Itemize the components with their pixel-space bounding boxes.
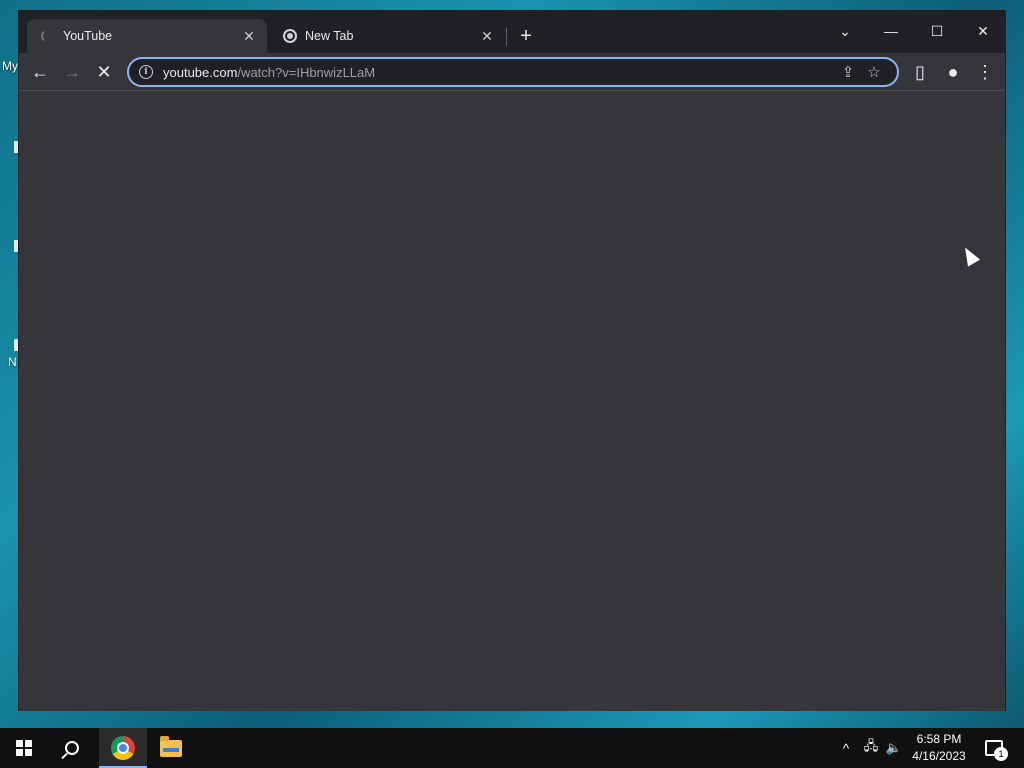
taskbar: ^ 🖧 🔈 6:58 PM 4/16/2023 1 — [0, 728, 1024, 768]
browser-toolbar: ← → ✕ i youtube.com/watch?v=IHbnwizLLaM … — [19, 53, 1005, 91]
chrome-icon — [283, 29, 297, 43]
search-icon — [65, 741, 79, 755]
back-button[interactable]: ← — [26, 58, 54, 86]
minimize-button[interactable]: — — [871, 17, 911, 45]
tab-separator — [506, 28, 507, 46]
stop-loading-button[interactable]: ✕ — [90, 58, 118, 86]
folder-icon — [160, 735, 182, 757]
taskbar-file-explorer-button[interactable] — [147, 728, 195, 768]
close-tab-icon[interactable]: ✕ — [479, 28, 495, 44]
site-info-icon[interactable]: i — [139, 65, 153, 79]
notification-icon: 1 — [985, 740, 1008, 761]
loading-spinner-icon — [41, 29, 55, 43]
forward-button[interactable]: → — [58, 58, 86, 86]
start-button[interactable] — [0, 728, 48, 768]
side-panel-button[interactable]: ▯ — [906, 58, 934, 86]
desktop-icon-label[interactable]: N — [8, 355, 17, 369]
tab-search-button[interactable]: ⌄ — [825, 17, 865, 45]
close-window-button[interactable]: ✕ — [963, 17, 1003, 45]
search-button[interactable] — [48, 728, 96, 768]
browser-window: YouTube ✕ New Tab ✕ + ⌄ — ☐ ✕ ← → ✕ i yo… — [18, 10, 1006, 711]
page-content-area[interactable] — [19, 92, 1005, 711]
url-text[interactable]: youtube.com/watch?v=IHbnwizLLaM — [163, 65, 835, 80]
clock-time: 6:58 PM — [916, 732, 962, 746]
url-path: /watch?v=IHbnwizLLaM — [237, 64, 376, 80]
url-host: youtube.com — [163, 64, 238, 80]
browser-menu-button[interactable]: ⋮ — [971, 58, 999, 86]
volume-icon[interactable]: 🔈 — [884, 728, 904, 768]
clock-date: 4/16/2023 — [912, 749, 966, 763]
tab-strip: YouTube ✕ New Tab ✕ + ⌄ — ☐ ✕ — [19, 11, 1005, 53]
tab-new-tab[interactable]: New Tab ✕ — [269, 19, 505, 53]
notification-count-badge: 1 — [994, 747, 1008, 761]
taskbar-clock[interactable]: 6:58 PM 4/16/2023 — [904, 731, 974, 765]
new-tab-button[interactable]: + — [515, 26, 537, 48]
tab-title: New Tab — [305, 29, 354, 43]
share-icon[interactable]: ⇪ — [835, 59, 861, 85]
address-bar[interactable]: i youtube.com/watch?v=IHbnwizLLaM ⇪ ☆ — [127, 57, 899, 87]
taskbar-chrome-button[interactable] — [99, 728, 147, 768]
desktop-icon-label[interactable]: My — [2, 59, 18, 73]
tab-title: YouTube — [63, 29, 113, 43]
chrome-icon — [111, 736, 135, 760]
profile-button[interactable]: ● — [939, 58, 967, 86]
maximize-button[interactable]: ☐ — [917, 17, 957, 45]
show-hidden-icons-button[interactable]: ^ — [836, 728, 856, 768]
windows-logo-icon — [16, 740, 32, 756]
network-icon[interactable]: 🖧 — [860, 728, 882, 768]
action-center-button[interactable]: 1 — [980, 728, 1008, 768]
tab-youtube[interactable]: YouTube ✕ — [27, 19, 267, 53]
bookmark-star-icon[interactable]: ☆ — [861, 59, 887, 85]
close-tab-icon[interactable]: ✕ — [241, 28, 257, 44]
